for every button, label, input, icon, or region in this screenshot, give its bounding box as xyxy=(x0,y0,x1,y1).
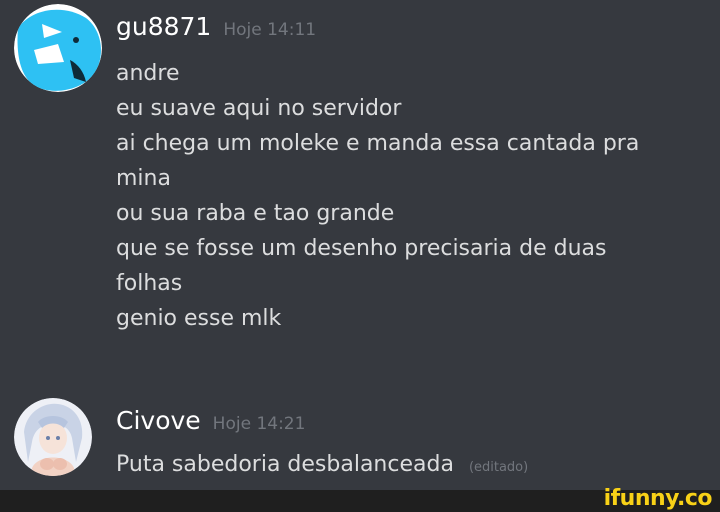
message-line: que se fosse um desenho precisaria de du… xyxy=(116,236,607,261)
username[interactable]: gu8871 xyxy=(116,12,211,42)
message-content: Puta sabedoria desbalanceada (editado) xyxy=(116,448,696,482)
message-line: folhas xyxy=(116,271,183,296)
message-line: ou sua raba e tao grande xyxy=(116,201,395,226)
chat-messages: gu8871 Hoje 14:11 andre eu suave aqui no… xyxy=(0,0,720,490)
message-group: gu8871 Hoje 14:11 andre eu suave aqui no… xyxy=(0,0,720,380)
message-text: Puta sabedoria desbalanceada xyxy=(116,452,454,477)
message-line: andre xyxy=(116,61,180,86)
timestamp: Hoje 14:11 xyxy=(223,20,317,40)
timestamp: Hoje 14:21 xyxy=(212,414,306,434)
message-header: gu8871 Hoje 14:11 xyxy=(116,12,316,42)
message-line: ai chega um moleke e manda essa cantada … xyxy=(116,131,640,156)
avatar[interactable] xyxy=(14,398,92,476)
avatar-image xyxy=(14,4,102,92)
edited-label: (editado) xyxy=(468,460,529,475)
username[interactable]: Civove xyxy=(116,406,201,436)
watermark-bar: ifunny.co xyxy=(0,486,720,512)
message-group: Civove Hoje 14:21 Puta sabedoria desbala… xyxy=(0,398,720,490)
message-header: Civove Hoje 14:21 xyxy=(116,406,305,436)
avatar[interactable] xyxy=(14,4,102,92)
message-line: eu suave aqui no servidor xyxy=(116,96,402,121)
ifunny-watermark: ifunny.co xyxy=(603,486,713,511)
message-line: mina xyxy=(116,166,171,191)
message-line: Puta sabedoria desbalanceada (editado) xyxy=(116,448,696,482)
avatar-image xyxy=(14,398,92,476)
message-content: andre eu suave aqui no servidor ai chega… xyxy=(116,56,696,336)
message-line: genio esse mlk xyxy=(116,306,282,331)
